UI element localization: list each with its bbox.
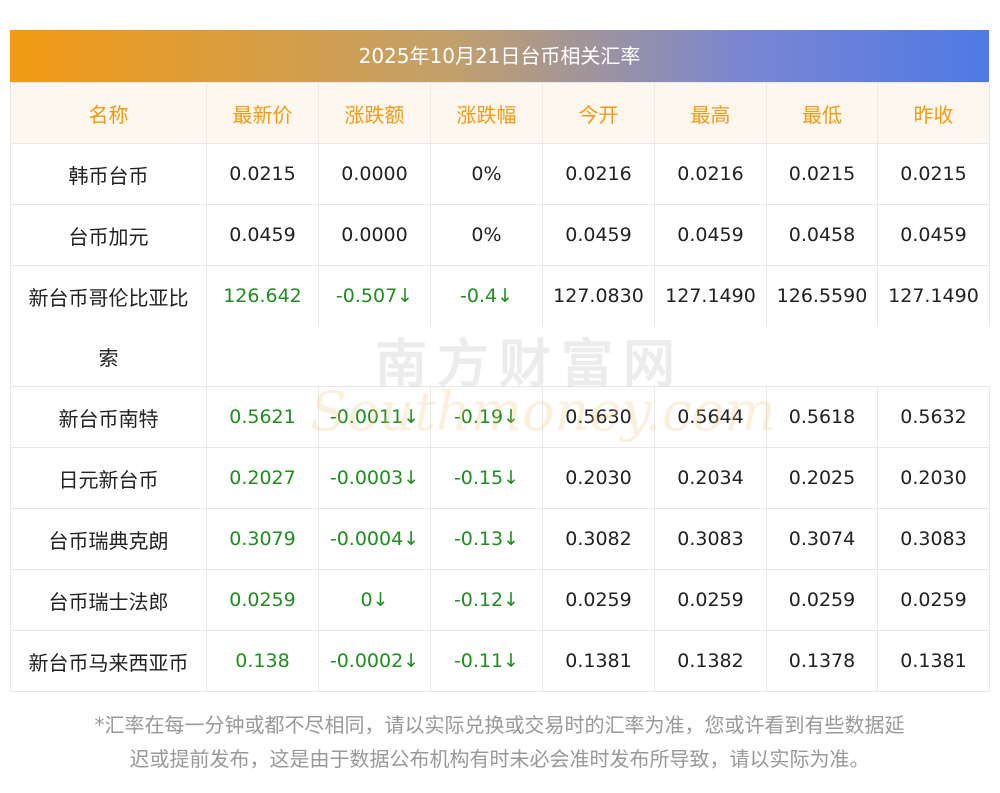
row-open: 0.1381 bbox=[542, 630, 655, 692]
note-line-2: 迟或提前发布，这是由于数据公布机构有时未必会准时发布所导致，请以实际为准。 bbox=[129, 747, 870, 771]
row-prev: 127.1490 bbox=[877, 265, 990, 326]
row-open: 0.5630 bbox=[542, 386, 655, 448]
row-change: 0↓ bbox=[318, 569, 431, 631]
row-pct: -0.4↓ bbox=[430, 265, 543, 326]
row-open: 0.0216 bbox=[542, 143, 655, 205]
row-high: 0.5644 bbox=[654, 386, 767, 448]
row-prev: 0.2030 bbox=[877, 447, 990, 509]
row-high: 0.1382 bbox=[654, 630, 767, 692]
row-high: 0.3083 bbox=[654, 508, 767, 570]
row-name: 新台币马来西亚币 bbox=[10, 630, 207, 692]
row-name: 台币瑞士法郎 bbox=[10, 569, 207, 631]
header-high: 最高 bbox=[654, 82, 767, 144]
row-change: -0.507↓ bbox=[318, 265, 431, 326]
row-name: 新台币南特 bbox=[10, 386, 207, 448]
row-prev: 0.5632 bbox=[877, 386, 990, 448]
row-open: 0.3082 bbox=[542, 508, 655, 570]
row-prev: 0.3083 bbox=[877, 508, 990, 570]
header-low: 最低 bbox=[766, 82, 878, 144]
row-open: 0.0259 bbox=[542, 569, 655, 631]
row-latest: 0.0215 bbox=[206, 143, 319, 205]
row-high: 0.2034 bbox=[654, 447, 767, 509]
row-open: 127.0830 bbox=[542, 265, 655, 326]
row-latest: 0.2027 bbox=[206, 447, 319, 509]
table-row: 韩币台币 0.0215 0.0000 0% 0.0216 0.0216 0.02… bbox=[10, 143, 990, 205]
header-change: 涨跌额 bbox=[318, 82, 431, 144]
row-latest: 0.0259 bbox=[206, 569, 319, 631]
row-change: -0.0003↓ bbox=[318, 447, 431, 509]
header-latest: 最新价 bbox=[206, 82, 319, 144]
row-prev: 0.0459 bbox=[877, 204, 990, 266]
table-row: 台币加元 0.0459 0.0000 0% 0.0459 0.0459 0.04… bbox=[10, 204, 990, 266]
row-low: 0.1378 bbox=[766, 630, 878, 692]
row-name: 日元新台币 bbox=[10, 447, 207, 509]
row-name: 新台币哥伦比亚比 bbox=[10, 265, 207, 326]
row-low: 0.0458 bbox=[766, 204, 878, 266]
row-pct: -0.11↓ bbox=[430, 630, 543, 692]
row-prev: 0.0215 bbox=[877, 143, 990, 205]
row-latest: 0.5621 bbox=[206, 386, 319, 448]
row-pct: 0% bbox=[430, 204, 543, 266]
table-row: 新台币马来西亚币 0.138 -0.0002↓ -0.11↓ 0.1381 0.… bbox=[10, 630, 990, 692]
table-row-continuation: 索 bbox=[10, 326, 990, 387]
row-name-continuation: 索 bbox=[10, 326, 207, 387]
rate-table: 名称 最新价 涨跌额 涨跌幅 今开 最高 最低 昨收 韩币台币 0.0215 0… bbox=[10, 82, 990, 692]
row-change: -0.0004↓ bbox=[318, 508, 431, 570]
note-line-1: *汇率在每一分钟或都不尽相同，请以实际兑换或交易时的汇率为准，您或许看到有些数据… bbox=[94, 713, 905, 737]
row-pct: -0.13↓ bbox=[430, 508, 543, 570]
rate-card: 2025年10月21日台币相关汇率 名称 最新价 涨跌额 涨跌幅 今开 最高 最… bbox=[10, 30, 990, 692]
row-name: 韩币台币 bbox=[10, 143, 207, 205]
table-row: 新台币南特 0.5621 -0.0011↓ -0.19↓ 0.5630 0.56… bbox=[10, 386, 990, 448]
table-row: 日元新台币 0.2027 -0.0003↓ -0.15↓ 0.2030 0.20… bbox=[10, 447, 990, 509]
row-open: 0.2030 bbox=[542, 447, 655, 509]
row-name: 台币加元 bbox=[10, 204, 207, 266]
empty-cell bbox=[206, 326, 990, 387]
row-change: -0.0002↓ bbox=[318, 630, 431, 692]
row-low: 0.2025 bbox=[766, 447, 878, 509]
row-change: -0.0011↓ bbox=[318, 386, 431, 448]
row-latest: 0.3079 bbox=[206, 508, 319, 570]
row-low: 0.0259 bbox=[766, 569, 878, 631]
table-row: 台币瑞士法郎 0.0259 0↓ -0.12↓ 0.0259 0.0259 0.… bbox=[10, 569, 990, 631]
row-high: 0.0259 bbox=[654, 569, 767, 631]
row-low: 0.0215 bbox=[766, 143, 878, 205]
row-low: 126.5590 bbox=[766, 265, 878, 326]
table-title: 2025年10月21日台币相关汇率 bbox=[10, 30, 989, 82]
header-open: 今开 bbox=[542, 82, 655, 144]
row-pct: -0.12↓ bbox=[430, 569, 543, 631]
row-change: 0.0000 bbox=[318, 143, 431, 205]
table-row: 台币瑞典克朗 0.3079 -0.0004↓ -0.13↓ 0.3082 0.3… bbox=[10, 508, 990, 570]
row-change: 0.0000 bbox=[318, 204, 431, 266]
row-low: 0.5618 bbox=[766, 386, 878, 448]
header-name: 名称 bbox=[10, 82, 207, 144]
row-high: 0.0459 bbox=[654, 204, 767, 266]
table-row: 新台币哥伦比亚比 126.642 -0.507↓ -0.4↓ 127.0830 … bbox=[10, 265, 990, 326]
row-low: 0.3074 bbox=[766, 508, 878, 570]
header-row: 名称 最新价 涨跌额 涨跌幅 今开 最高 最低 昨收 bbox=[10, 82, 990, 144]
row-prev: 0.1381 bbox=[877, 630, 990, 692]
row-pct: 0% bbox=[430, 143, 543, 205]
header-pct: 涨跌幅 bbox=[430, 82, 543, 144]
row-open: 0.0459 bbox=[542, 204, 655, 266]
row-pct: -0.15↓ bbox=[430, 447, 543, 509]
row-high: 127.1490 bbox=[654, 265, 767, 326]
header-prev: 昨收 bbox=[877, 82, 990, 144]
row-high: 0.0216 bbox=[654, 143, 767, 205]
row-latest: 0.138 bbox=[206, 630, 319, 692]
row-name: 台币瑞典克朗 bbox=[10, 508, 207, 570]
row-latest: 0.0459 bbox=[206, 204, 319, 266]
row-pct: -0.19↓ bbox=[430, 386, 543, 448]
disclaimer-note: *汇率在每一分钟或都不尽相同，请以实际兑换或交易时的汇率为准，您或许看到有些数据… bbox=[10, 708, 989, 776]
row-prev: 0.0259 bbox=[877, 569, 990, 631]
row-latest: 126.642 bbox=[206, 265, 319, 326]
